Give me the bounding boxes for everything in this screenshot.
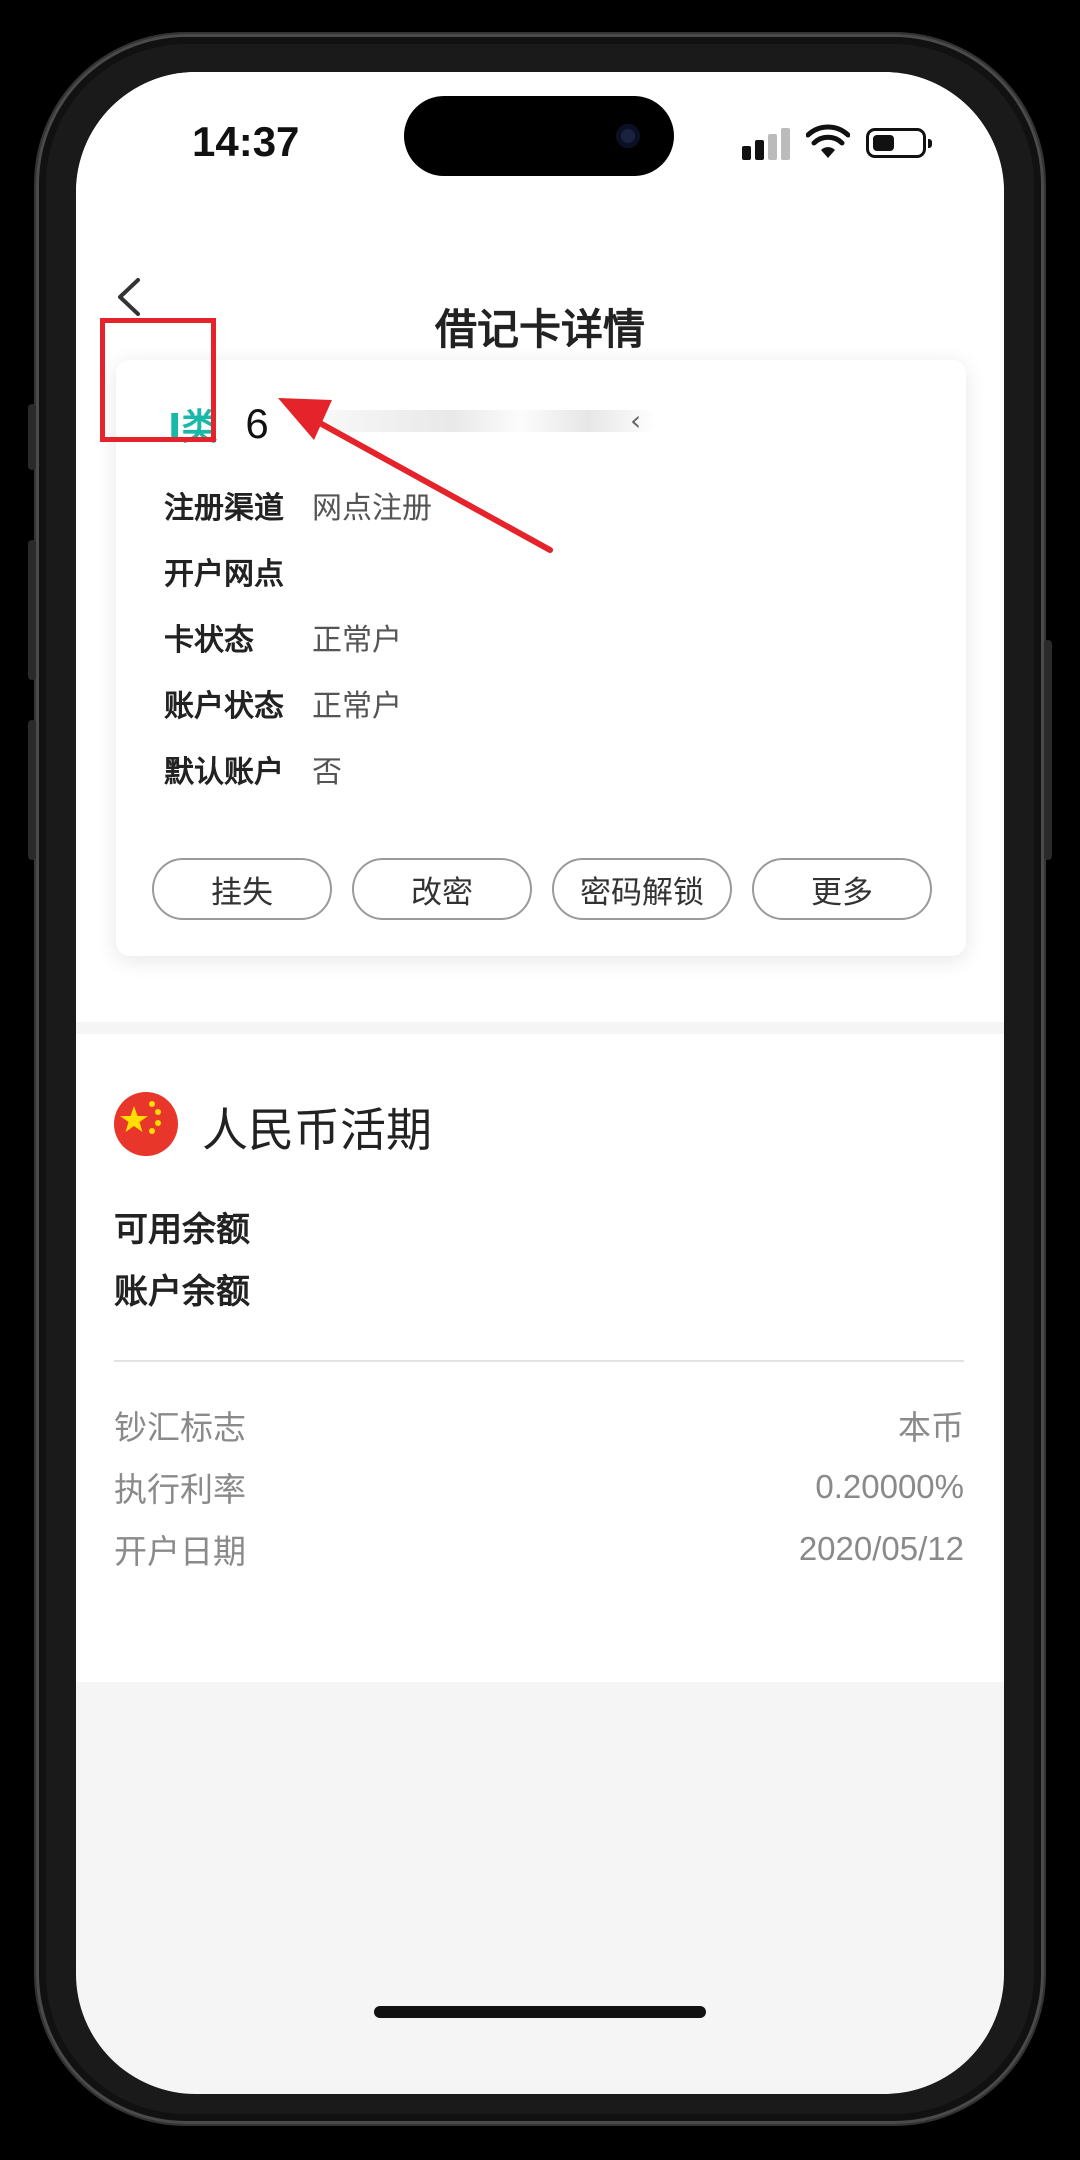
- annotation-highlight-box: [100, 318, 216, 442]
- volume-down-button: [28, 720, 36, 860]
- more-button[interactable]: 更多: [752, 858, 932, 920]
- meta-label: 开户日期: [114, 1532, 246, 1571]
- info-label: 默认账户: [164, 755, 284, 790]
- info-value: 否: [312, 755, 342, 790]
- info-row-account-status: 账户状态 正常户: [164, 678, 402, 728]
- info-value: 网点注册: [312, 491, 432, 526]
- power-button: [1044, 640, 1052, 860]
- info-row-default-account: 默认账户 否: [164, 744, 342, 794]
- dynamic-island: [404, 96, 674, 176]
- card-number: 6: [245, 400, 269, 447]
- divider: [114, 1360, 964, 1362]
- card-actions: 挂失 改密 密码解锁 更多: [152, 858, 932, 920]
- meta-value: 0.20000%: [815, 1468, 964, 1505]
- china-flag-icon: [114, 1092, 178, 1156]
- change-password-button[interactable]: 改密: [352, 858, 532, 920]
- wifi-icon: [806, 124, 850, 158]
- info-label: 账户状态: [164, 689, 284, 724]
- rmb-account-section: 人民币活期 可用余额 账户余额 钞汇标志 本币 执行利率 0.20000% 开户…: [76, 1034, 1004, 1682]
- silent-switch: [28, 404, 36, 470]
- info-label: 卡状态: [164, 623, 254, 658]
- meta-label: 钞汇标志: [114, 1408, 246, 1447]
- camera-icon: [616, 124, 640, 148]
- chevron-left-icon: ‹: [630, 404, 642, 437]
- meta-row-interest-rate: 执行利率 0.20000%: [114, 1464, 964, 1510]
- flag-stars: [120, 1101, 161, 1134]
- battery-level: [873, 135, 894, 151]
- info-row-card-status: 卡状态 正常户: [164, 612, 402, 662]
- meta-row-currency-flag: 钞汇标志 本币: [114, 1402, 964, 1448]
- account-balance-label: 账户余额: [114, 1272, 250, 1312]
- debit-card-panel: I类 6 ‹ 注册渠道 网点注册 开户网点 卡状态 正常户 账户状态 正常户 默…: [116, 360, 966, 956]
- battery-icon: [866, 128, 932, 158]
- status-bar: 14:37: [76, 72, 1004, 212]
- info-label: 开户网点: [164, 557, 284, 592]
- meta-row-open-date: 开户日期 2020/05/12: [114, 1526, 964, 1572]
- unlock-password-button[interactable]: 密码解锁: [552, 858, 732, 920]
- available-balance-label: 可用余额: [114, 1210, 250, 1250]
- info-row-branch: 开户网点: [164, 546, 286, 596]
- meta-label: 执行利率: [114, 1470, 246, 1509]
- home-indicator[interactable]: [374, 2006, 706, 2018]
- info-value: 正常户: [312, 623, 402, 658]
- meta-value: 2020/05/12: [798, 1530, 964, 1567]
- status-time: 14:37: [192, 118, 300, 165]
- signal-icon: [742, 128, 792, 160]
- info-label: 注册渠道: [164, 491, 284, 526]
- info-value: 正常户: [312, 689, 402, 724]
- report-loss-button[interactable]: 挂失: [152, 858, 332, 920]
- info-row-channel: 注册渠道 网点注册: [164, 480, 432, 530]
- masked-card-number: [316, 410, 656, 432]
- meta-value: 本币: [898, 1409, 964, 1446]
- account-title: 人民币活期: [202, 1103, 432, 1157]
- volume-up-button: [28, 540, 36, 680]
